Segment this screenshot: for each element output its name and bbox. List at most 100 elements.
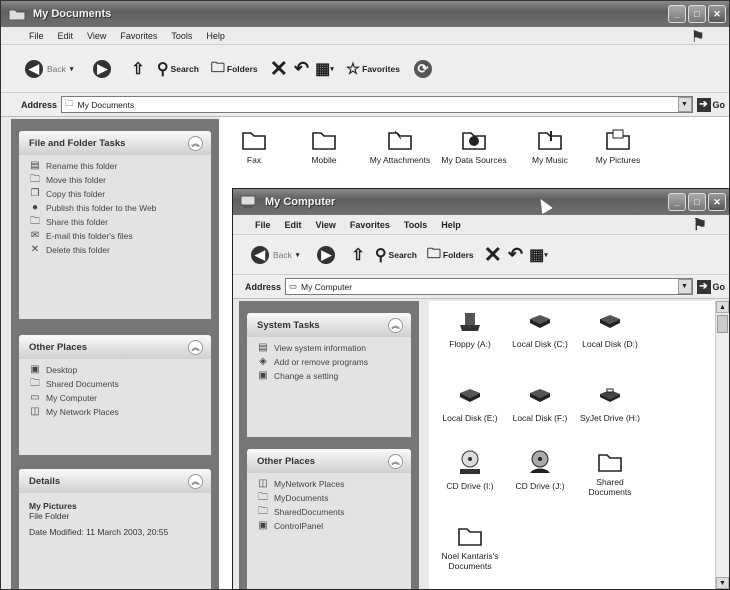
folder-item[interactable]: My Data Sources — [439, 127, 509, 165]
drive-item[interactable]: Local Disk (C:) — [505, 311, 575, 349]
maximize-button[interactable]: □ — [688, 5, 706, 23]
scroll-thumb[interactable] — [717, 315, 728, 333]
forward-button[interactable]: ▶ — [317, 245, 336, 264]
up-button[interactable]: ⇧ — [351, 245, 364, 265]
panel-header[interactable]: System Tasks ︽ — [247, 313, 411, 337]
place-network[interactable]: ◫ MyNetwork Places — [257, 479, 403, 490]
panel-header[interactable]: File and Folder Tasks ︽ — [19, 131, 211, 155]
place-my-computer[interactable]: ▭ My Computer — [29, 393, 203, 404]
folder-item[interactable]: Fax — [219, 127, 289, 165]
collapse-chevron-icon[interactable]: ︽ — [388, 454, 403, 469]
favorites-button[interactable]: ☆ Favorites — [346, 59, 400, 79]
delete-button[interactable]: ✕ — [270, 56, 288, 82]
vertical-scrollbar[interactable]: ▲ ▼ — [715, 301, 729, 589]
views-button[interactable]: ▦ ▾ — [529, 245, 548, 265]
drive-item[interactable]: Floppy (A:) — [435, 311, 505, 349]
menu-file[interactable]: File — [29, 31, 44, 41]
folders-button[interactable]: 🗀 Folders — [211, 57, 258, 81]
drive-item[interactable]: Local Disk (D:) — [575, 311, 645, 349]
scroll-up-arrow-icon[interactable]: ▲ — [716, 301, 729, 313]
panel-header[interactable]: Other Places ︽ — [247, 449, 411, 473]
menu-file[interactable]: File — [255, 220, 271, 230]
folder-item[interactable]: My Pictures — [583, 127, 653, 165]
address-dropdown-arrow-icon[interactable]: ▼ — [677, 97, 692, 112]
folders-button[interactable]: 🗀 Folders — [427, 243, 474, 267]
folder-item[interactable]: My Music — [515, 127, 585, 165]
system-tasks-panel: System Tasks ︽ ▤ View system information … — [247, 313, 411, 437]
back-button[interactable]: ◀ Back ▾ — [251, 245, 299, 264]
forward-button[interactable]: ▶ — [93, 59, 112, 78]
go-button[interactable]: ➔ Go — [696, 279, 725, 294]
maximize-button[interactable]: □ — [688, 193, 706, 211]
address-field[interactable]: ▭ My Computer ▼ — [285, 278, 693, 295]
title-bar[interactable]: My Documents _ □ ✕ — [1, 1, 729, 27]
undo-button[interactable]: ↶ — [294, 58, 309, 79]
menu-tools[interactable]: Tools — [404, 220, 427, 230]
task-pane: System Tasks ︽ ▤ View system information … — [239, 301, 419, 589]
place-shared-documents[interactable]: 🗀 SharedDocuments — [257, 507, 403, 518]
up-button[interactable]: ⇧ — [131, 59, 144, 79]
history-button[interactable]: ⟳ — [413, 59, 432, 78]
go-button[interactable]: ➔ Go — [696, 97, 725, 112]
search-button[interactable]: ⚲ Search — [375, 245, 417, 265]
menu-edit[interactable]: Edit — [58, 31, 74, 41]
hard-disk-icon — [600, 315, 620, 328]
panel-header[interactable]: Other Places ︽ — [19, 335, 211, 359]
task-email[interactable]: ✉ E-mail this folder's files — [29, 231, 203, 242]
minimize-button[interactable]: _ — [668, 193, 686, 211]
drive-item[interactable]: Local Disk (F:) — [505, 385, 575, 423]
task-change-setting[interactable]: ▣ Change a setting — [257, 370, 403, 382]
search-button[interactable]: ⚲ Search — [157, 59, 199, 79]
views-button[interactable]: ▦ ▾ — [315, 59, 334, 79]
task-copy[interactable]: ❐ Copy this folder — [29, 189, 203, 200]
task-publish[interactable]: ● Publish this folder to the Web — [29, 203, 203, 214]
other-places-panel: Other Places ︽ ◫ MyNetwork Places 🗀 MyDocu… — [247, 449, 411, 589]
folder-item[interactable]: My Attachments — [365, 127, 435, 165]
folder-icon: 🗀 — [65, 97, 74, 108]
title-bar[interactable]: My Computer _ □ ✕ — [233, 189, 729, 215]
back-button[interactable]: ◀ Back ▾ — [25, 59, 73, 78]
drive-item[interactable]: SyJet Drive (H:) — [575, 385, 645, 423]
undo-button[interactable]: ↶ — [508, 244, 523, 265]
place-control-panel[interactable]: ▣ ControlPanel — [257, 521, 403, 532]
close-button[interactable]: ✕ — [708, 193, 726, 211]
drive-item[interactable]: Shared Documents — [575, 449, 645, 497]
close-button[interactable]: ✕ — [708, 5, 726, 23]
minimize-button[interactable]: _ — [668, 5, 686, 23]
task-add-remove-programs[interactable]: ◈ Add or remove programs — [257, 357, 403, 368]
menu-favorites[interactable]: Favorites — [120, 31, 157, 41]
collapse-chevron-icon[interactable]: ︽ — [188, 474, 203, 489]
task-delete[interactable]: ✕ Delete this folder — [29, 245, 203, 256]
menu-favorites[interactable]: Favorites — [350, 220, 390, 230]
place-network[interactable]: ◫ My Network Places — [29, 406, 203, 418]
task-view-system-info[interactable]: ▤ View system information — [257, 343, 403, 354]
settings-icon: ▣ — [258, 370, 268, 381]
collapse-chevron-icon[interactable]: ︽ — [188, 136, 203, 151]
delete-button[interactable]: ✕ — [484, 242, 502, 268]
address-field[interactable]: 🗀 My Documents ▼ — [61, 96, 693, 113]
collapse-chevron-icon[interactable]: ︽ — [388, 318, 403, 333]
address-dropdown-arrow-icon[interactable]: ▼ — [677, 279, 692, 294]
folder-item[interactable]: Mobile — [289, 127, 359, 165]
menu-edit[interactable]: Edit — [285, 220, 302, 230]
menu-help[interactable]: Help — [441, 220, 461, 230]
menu-view[interactable]: View — [87, 31, 106, 41]
place-shared-documents[interactable]: 🗀 Shared Documents — [29, 379, 203, 390]
details-panel: Details ︽ My Pictures File Folder Date M… — [19, 469, 211, 589]
menu-view[interactable]: View — [316, 220, 336, 230]
menu-help[interactable]: Help — [206, 31, 225, 41]
place-my-documents[interactable]: 🗀 MyDocuments — [257, 493, 403, 504]
task-share[interactable]: 🗀 Share this folder — [29, 217, 203, 228]
collapse-chevron-icon[interactable]: ︽ — [188, 340, 203, 355]
scroll-down-arrow-icon[interactable]: ▼ — [716, 577, 729, 589]
drive-item[interactable]: CD Drive (I:) — [435, 449, 505, 491]
place-desktop[interactable]: ▣ Desktop — [29, 365, 203, 376]
drive-item[interactable]: Local Disk (E:) — [435, 385, 505, 423]
task-move[interactable]: 🗀 Move this folder — [29, 175, 203, 186]
drive-item[interactable]: CD Drive (J:) — [505, 449, 575, 491]
task-rename[interactable]: ▤ Rename this folder — [29, 161, 203, 172]
panel-header[interactable]: Details ︽ — [19, 469, 211, 493]
drive-item[interactable]: Noel Kantaris's Documents — [435, 523, 505, 571]
menu-tools[interactable]: Tools — [171, 31, 192, 41]
network-icon: ◫ — [30, 406, 40, 417]
